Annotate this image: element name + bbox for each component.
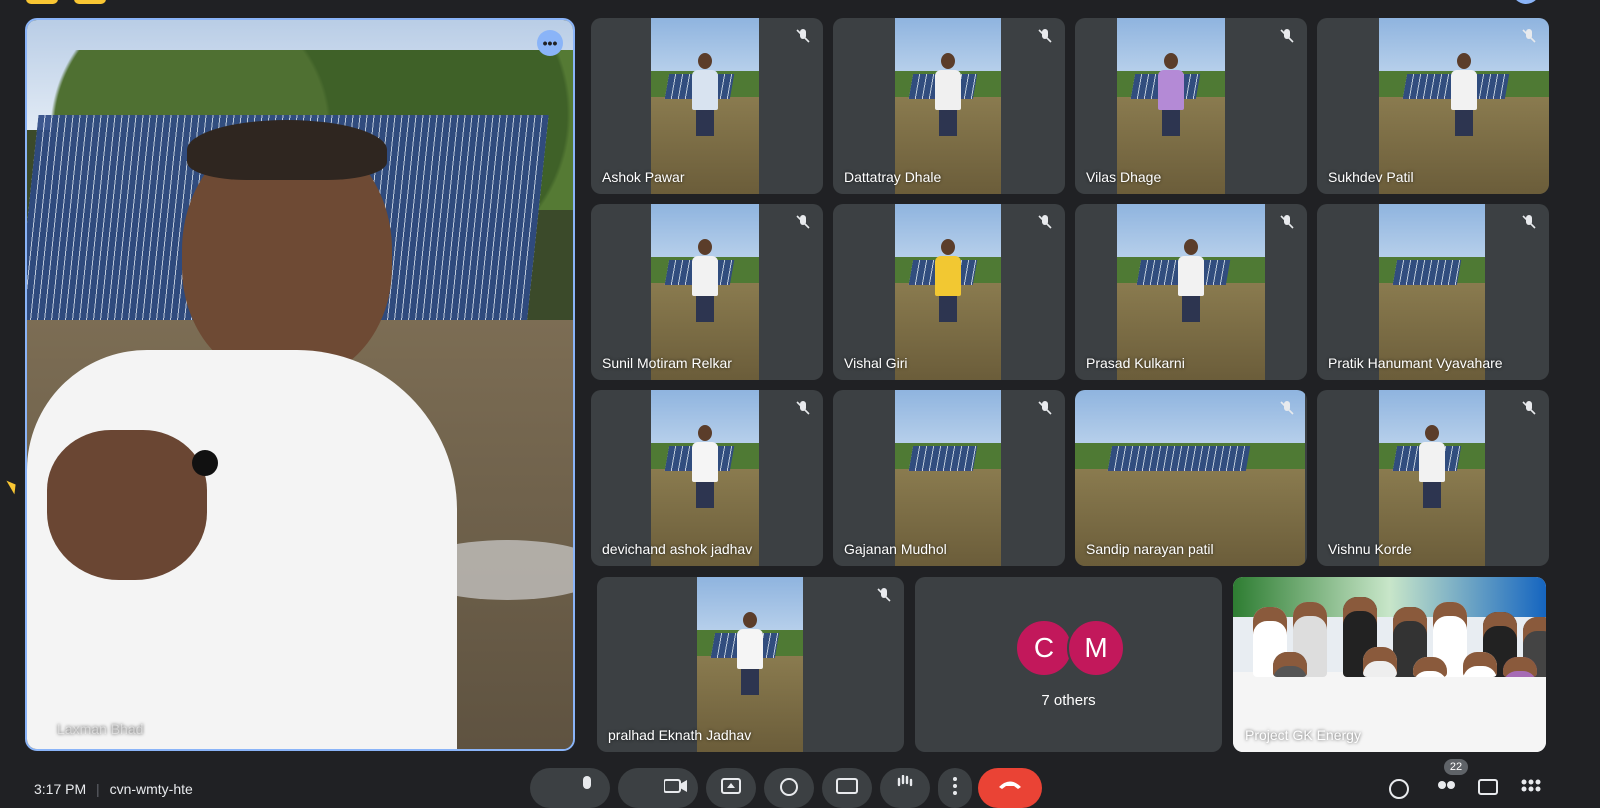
participant-tile[interactable]: Vilas Dhage bbox=[1075, 18, 1307, 194]
speaker-hand bbox=[47, 430, 207, 580]
divider: | bbox=[96, 781, 100, 797]
mic-off-icon bbox=[796, 401, 810, 415]
captions-button[interactable] bbox=[822, 768, 872, 808]
camera-icon bbox=[664, 779, 687, 793]
participant-tile[interactable]: Sukhdev Patil bbox=[1317, 18, 1549, 194]
video-feed bbox=[1379, 18, 1549, 194]
video-feed bbox=[895, 390, 1001, 566]
emoji-icon bbox=[780, 778, 798, 796]
clock-time: 3:17 PM bbox=[34, 781, 87, 797]
lapel-mic bbox=[192, 450, 218, 476]
participant-tile[interactable]: Prasad Kulkarni bbox=[1075, 204, 1307, 380]
video-feed bbox=[651, 390, 759, 566]
participant-tile[interactable]: Vishnu Korde bbox=[1317, 390, 1549, 566]
presenter-name: Project GK Energy bbox=[1245, 727, 1361, 743]
mic-off-icon bbox=[1280, 215, 1294, 229]
participant-name: Prasad Kulkarni bbox=[1086, 355, 1185, 371]
video-feed bbox=[1379, 204, 1485, 380]
speaker-hair bbox=[187, 120, 387, 180]
hand-icon bbox=[897, 775, 913, 787]
others-tile[interactable]: C M 7 others bbox=[915, 577, 1222, 752]
camera-button[interactable] bbox=[618, 768, 698, 808]
mic-off-icon bbox=[796, 215, 810, 229]
captions-icon bbox=[836, 778, 858, 794]
video-feed bbox=[895, 18, 1001, 194]
participant-tile[interactable]: Gajanan Mudhol bbox=[833, 390, 1065, 566]
participant-name: Dattatray Dhale bbox=[844, 169, 942, 185]
main-speaker-tile[interactable]: ••• Laxman Bhad bbox=[25, 18, 575, 751]
top-avatar bbox=[1512, 0, 1540, 4]
more-vert-icon bbox=[953, 777, 957, 795]
participant-tile[interactable]: Pratik Hanumant Vyavahare bbox=[1317, 204, 1549, 380]
crowd-person bbox=[1413, 657, 1447, 677]
meeting-code: cvn-wmty-hte bbox=[109, 781, 193, 797]
mic-off-icon bbox=[1522, 29, 1536, 43]
present-button[interactable] bbox=[706, 768, 756, 808]
cursor-icon bbox=[6, 477, 20, 495]
presenter-tile[interactable]: Project GK Energy bbox=[1233, 577, 1546, 752]
more-horiz-icon[interactable]: ••• bbox=[537, 30, 563, 56]
others-label: 7 others bbox=[1041, 692, 1096, 709]
mic-button[interactable] bbox=[530, 768, 610, 808]
end-call-icon bbox=[999, 781, 1021, 789]
participant-name: Vishnu Korde bbox=[1328, 541, 1412, 557]
info-icon[interactable] bbox=[1388, 778, 1410, 800]
video-feed bbox=[1379, 390, 1485, 566]
participant-name: Pratik Hanumant Vyavahare bbox=[1328, 355, 1503, 371]
leave-call-button[interactable] bbox=[978, 768, 1042, 808]
participant-tile[interactable]: devichand ashok jadhav bbox=[591, 390, 823, 566]
mic-icon bbox=[583, 776, 591, 789]
participant-tile[interactable]: pralhad Eknath Jadhav bbox=[597, 577, 904, 752]
video-feed bbox=[651, 204, 759, 380]
more-options-button[interactable] bbox=[938, 768, 972, 808]
video-feed bbox=[1117, 204, 1265, 380]
raise-hand-button[interactable] bbox=[880, 768, 930, 808]
video-feed bbox=[651, 18, 759, 194]
participant-name: Vishal Giri bbox=[844, 355, 908, 371]
participant-name: Gajanan Mudhol bbox=[844, 541, 947, 557]
mic-off-icon bbox=[796, 29, 810, 43]
participant-name: devichand ashok jadhav bbox=[602, 541, 753, 557]
participant-name: Sandip narayan patil bbox=[1086, 541, 1214, 557]
mic-off-icon bbox=[1522, 215, 1536, 229]
avatar: M bbox=[1067, 619, 1125, 677]
top-chip bbox=[74, 0, 106, 4]
chat-icon[interactable] bbox=[1478, 778, 1498, 800]
participant-name: Ashok Pawar bbox=[602, 169, 685, 185]
video-feed bbox=[1117, 18, 1225, 194]
crowd-person bbox=[1363, 647, 1397, 677]
main-speaker-name: Laxman Bhad bbox=[57, 721, 144, 737]
participant-tile[interactable]: Dattatray Dhale bbox=[833, 18, 1065, 194]
participant-tile[interactable]: Ashok Pawar bbox=[591, 18, 823, 194]
top-chip bbox=[26, 0, 58, 4]
video-feed bbox=[1075, 390, 1305, 566]
people-icon[interactable] bbox=[1434, 778, 1458, 800]
participant-tile[interactable]: Sunil Motiram Relkar bbox=[591, 204, 823, 380]
mic-off-icon bbox=[877, 588, 891, 602]
crowd-person bbox=[1273, 652, 1307, 677]
participant-name: Vilas Dhage bbox=[1086, 169, 1162, 185]
participant-tile[interactable]: Vishal Giri bbox=[833, 204, 1065, 380]
mic-off-icon bbox=[1038, 401, 1052, 415]
participants-count-badge: 22 bbox=[1444, 759, 1468, 775]
mic-off-icon bbox=[1038, 29, 1052, 43]
participant-name: pralhad Eknath Jadhav bbox=[608, 727, 752, 743]
participant-name: Sunil Motiram Relkar bbox=[602, 355, 732, 371]
present-icon bbox=[721, 778, 741, 794]
activities-icon[interactable] bbox=[1520, 778, 1542, 800]
avatar: C bbox=[1015, 619, 1073, 677]
mic-off-icon bbox=[1280, 401, 1294, 415]
mic-off-icon bbox=[1280, 29, 1294, 43]
video-feed bbox=[895, 204, 1001, 380]
participant-tile[interactable]: Sandip narayan patil bbox=[1075, 390, 1307, 566]
mic-off-icon bbox=[1522, 401, 1536, 415]
mic-off-icon bbox=[1038, 215, 1052, 229]
participant-name: Sukhdev Patil bbox=[1328, 169, 1414, 185]
meeting-info: 3:17 PM | cvn-wmty-hte bbox=[34, 781, 193, 797]
emoji-button[interactable] bbox=[764, 768, 814, 808]
video-feed bbox=[697, 577, 803, 752]
crowd-person bbox=[1503, 657, 1537, 677]
crowd-person bbox=[1463, 652, 1497, 677]
